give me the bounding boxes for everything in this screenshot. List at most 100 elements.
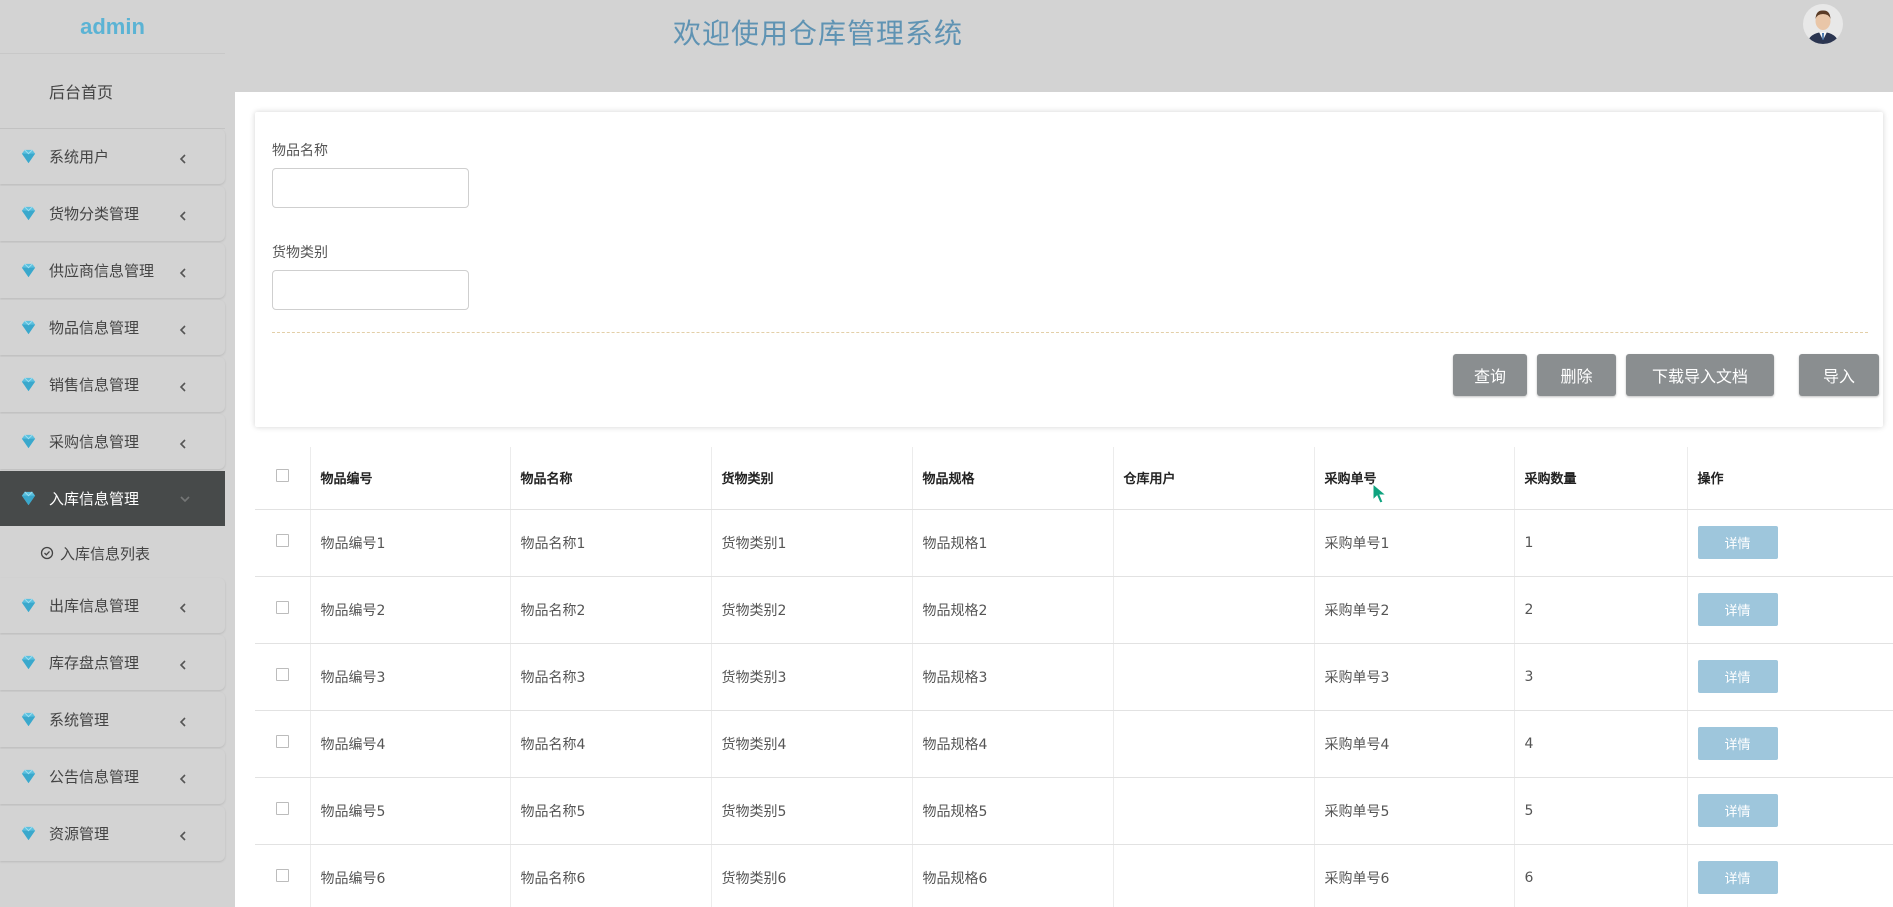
page-title: 欢迎使用仓库管理系统: [673, 17, 964, 50]
detail-button[interactable]: 详情: [1697, 794, 1778, 827]
diamond-icon: [20, 148, 37, 165]
sidebar-item[interactable]: 物品信息管理: [0, 300, 225, 355]
query-button[interactable]: 查询: [1453, 354, 1527, 396]
table-cell: 物品名称2: [510, 576, 712, 644]
table-cell: 物品编号3: [310, 643, 511, 711]
table-cell: 物品规格4: [912, 710, 1114, 778]
diamond-icon: [20, 205, 37, 222]
avatar[interactable]: [1803, 4, 1843, 44]
delete-button[interactable]: 删除: [1537, 354, 1616, 396]
sidebar-item[interactable]: 入库信息管理: [0, 471, 225, 526]
row-checkbox[interactable]: [275, 601, 289, 614]
item-name-input[interactable]: [272, 168, 469, 208]
detail-button[interactable]: 详情: [1697, 593, 1778, 626]
row-checkbox[interactable]: [275, 534, 289, 547]
sidebar-item-label: 采购信息管理: [49, 433, 140, 451]
sidebar-item[interactable]: 公告信息管理: [0, 749, 225, 804]
table-row: 物品编号5 物品名称5 货物类别5 物品规格5 采购单号5 5 详情: [255, 777, 1893, 845]
table-cell: 货物类别1: [711, 509, 913, 577]
chevron-left-icon: [177, 600, 189, 613]
sidebar-item[interactable]: 采购信息管理: [0, 414, 225, 469]
chevron-left-icon: [177, 657, 189, 670]
row-select-cell[interactable]: [255, 844, 311, 907]
sidebar-item-label: 入库信息管理: [49, 490, 140, 508]
table-cell: 采购单号6: [1314, 844, 1515, 907]
table-header-row: 物品编号 物品名称 货物类别 物品规格 仓库用户 采购单号 采购数量 操作: [255, 447, 1893, 510]
sidebar-item[interactable]: 系统用户: [0, 129, 225, 184]
table-cell: 物品规格1: [912, 509, 1114, 577]
row-checkbox[interactable]: [275, 668, 289, 681]
sidebar-item[interactable]: 货物分类管理: [0, 186, 225, 241]
row-select-cell[interactable]: [255, 710, 311, 778]
sidebar-item[interactable]: 系统管理: [0, 692, 225, 747]
sidebar-item-label: 系统管理: [49, 711, 110, 729]
download-template-button[interactable]: 下载导入文档: [1626, 354, 1774, 396]
category-input[interactable]: [272, 270, 469, 310]
diamond-icon: [20, 711, 37, 728]
row-select-cell[interactable]: [255, 777, 311, 845]
table-cell: 6: [1514, 844, 1688, 907]
detail-button[interactable]: 详情: [1697, 660, 1778, 693]
item-name-label: 物品名称: [272, 143, 328, 159]
table-cell: 物品名称5: [510, 777, 712, 845]
sidebar: admin 后台首页 系统用户货物分类管理供应商信息管理 物品信息管理销售信息管理…: [0, 0, 225, 907]
table-cell: 货物类别6: [711, 844, 913, 907]
detail-button[interactable]: 详情: [1697, 727, 1778, 760]
row-select-cell[interactable]: [255, 576, 311, 644]
chevron-left-icon: [177, 208, 189, 221]
action-cell: 详情: [1687, 844, 1893, 907]
diamond-icon: [20, 654, 37, 671]
chevron-left-icon: [177, 379, 189, 392]
sidebar-item-label: 供应商信息管理: [49, 262, 155, 280]
table-cell: 物品规格6: [912, 844, 1114, 907]
sidebar-item-label: 系统用户: [49, 148, 110, 166]
table-cell: 物品规格5: [912, 777, 1114, 845]
table-cell: 物品编号5: [310, 777, 511, 845]
sidebar-item-home[interactable]: 后台首页: [0, 54, 225, 129]
sidebar-item[interactable]: 资源管理: [0, 806, 225, 861]
sidebar-item[interactable]: 供应商信息管理: [0, 243, 225, 298]
action-cell: 详情: [1687, 777, 1893, 845]
divider: [272, 332, 1868, 333]
row-select-cell[interactable]: [255, 509, 311, 577]
sidebar-item[interactable]: 出库信息管理: [0, 578, 225, 633]
table-cell: 采购单号3: [1314, 643, 1515, 711]
import-button[interactable]: 导入: [1799, 354, 1879, 396]
header: 欢迎使用仓库管理系统: [225, 0, 1893, 82]
table-cell: 1: [1514, 509, 1688, 577]
detail-button[interactable]: 详情: [1697, 861, 1778, 894]
brand-logo: admin: [0, 0, 225, 54]
column-header: 货物类别: [711, 447, 913, 510]
sidebar-item-label: 物品信息管理: [49, 319, 140, 337]
table-cell: 物品名称3: [510, 643, 712, 711]
sidebar-subitem[interactable]: 入库信息列表: [0, 528, 225, 578]
table-row: 物品编号6 物品名称6 货物类别6 物品规格6 采购单号6 6 详情: [255, 844, 1893, 907]
action-cell: 详情: [1687, 509, 1893, 577]
sidebar-item[interactable]: 销售信息管理: [0, 357, 225, 412]
select-all-checkbox[interactable]: [275, 469, 289, 483]
table-cell: 5: [1514, 777, 1688, 845]
action-cell: 详情: [1687, 710, 1893, 778]
table-cell: [1113, 576, 1315, 644]
row-checkbox[interactable]: [275, 735, 289, 748]
column-header: 物品编号: [310, 447, 511, 510]
action-cell: 详情: [1687, 576, 1893, 644]
select-all-cell[interactable]: [255, 447, 311, 510]
detail-button[interactable]: 详情: [1697, 526, 1778, 559]
table-row: 物品编号3 物品名称3 货物类别3 物品规格3 采购单号3 3 详情: [255, 643, 1893, 711]
table-row: 物品编号1 物品名称1 货物类别1 物品规格1 采购单号1 1 详情: [255, 509, 1893, 577]
search-panel: 物品名称 货物类别 查询 删除 下载导入文档 导入: [255, 112, 1883, 427]
column-header: 仓库用户: [1113, 447, 1315, 510]
column-header: 采购数量: [1514, 447, 1688, 510]
sidebar-item[interactable]: 库存盘点管理: [0, 635, 225, 690]
table-cell: [1113, 710, 1315, 778]
diamond-icon: [20, 262, 37, 279]
chevron-left-icon: [177, 771, 189, 784]
table-cell: 采购单号5: [1314, 777, 1515, 845]
row-select-cell[interactable]: [255, 643, 311, 711]
chevron-left-icon: [177, 322, 189, 335]
sidebar-item-label: 公告信息管理: [49, 768, 140, 786]
table-cell: 货物类别3: [711, 643, 913, 711]
row-checkbox[interactable]: [275, 802, 289, 815]
row-checkbox[interactable]: [275, 869, 289, 882]
